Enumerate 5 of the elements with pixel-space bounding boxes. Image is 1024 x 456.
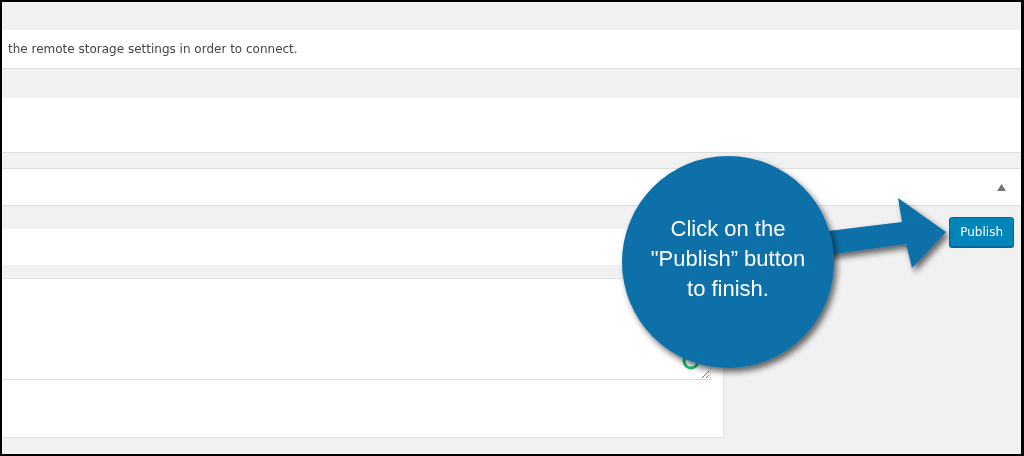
- publish-button[interactable]: Publish: [949, 217, 1014, 247]
- notice-text: the remote storage settings in order to connect.: [8, 42, 298, 56]
- collapse-toggle-icon[interactable]: [997, 183, 1006, 191]
- resize-handle-icon[interactable]: [701, 370, 709, 378]
- callout-tooltip-text: Click on the "Publish” button to finish.: [649, 215, 807, 303]
